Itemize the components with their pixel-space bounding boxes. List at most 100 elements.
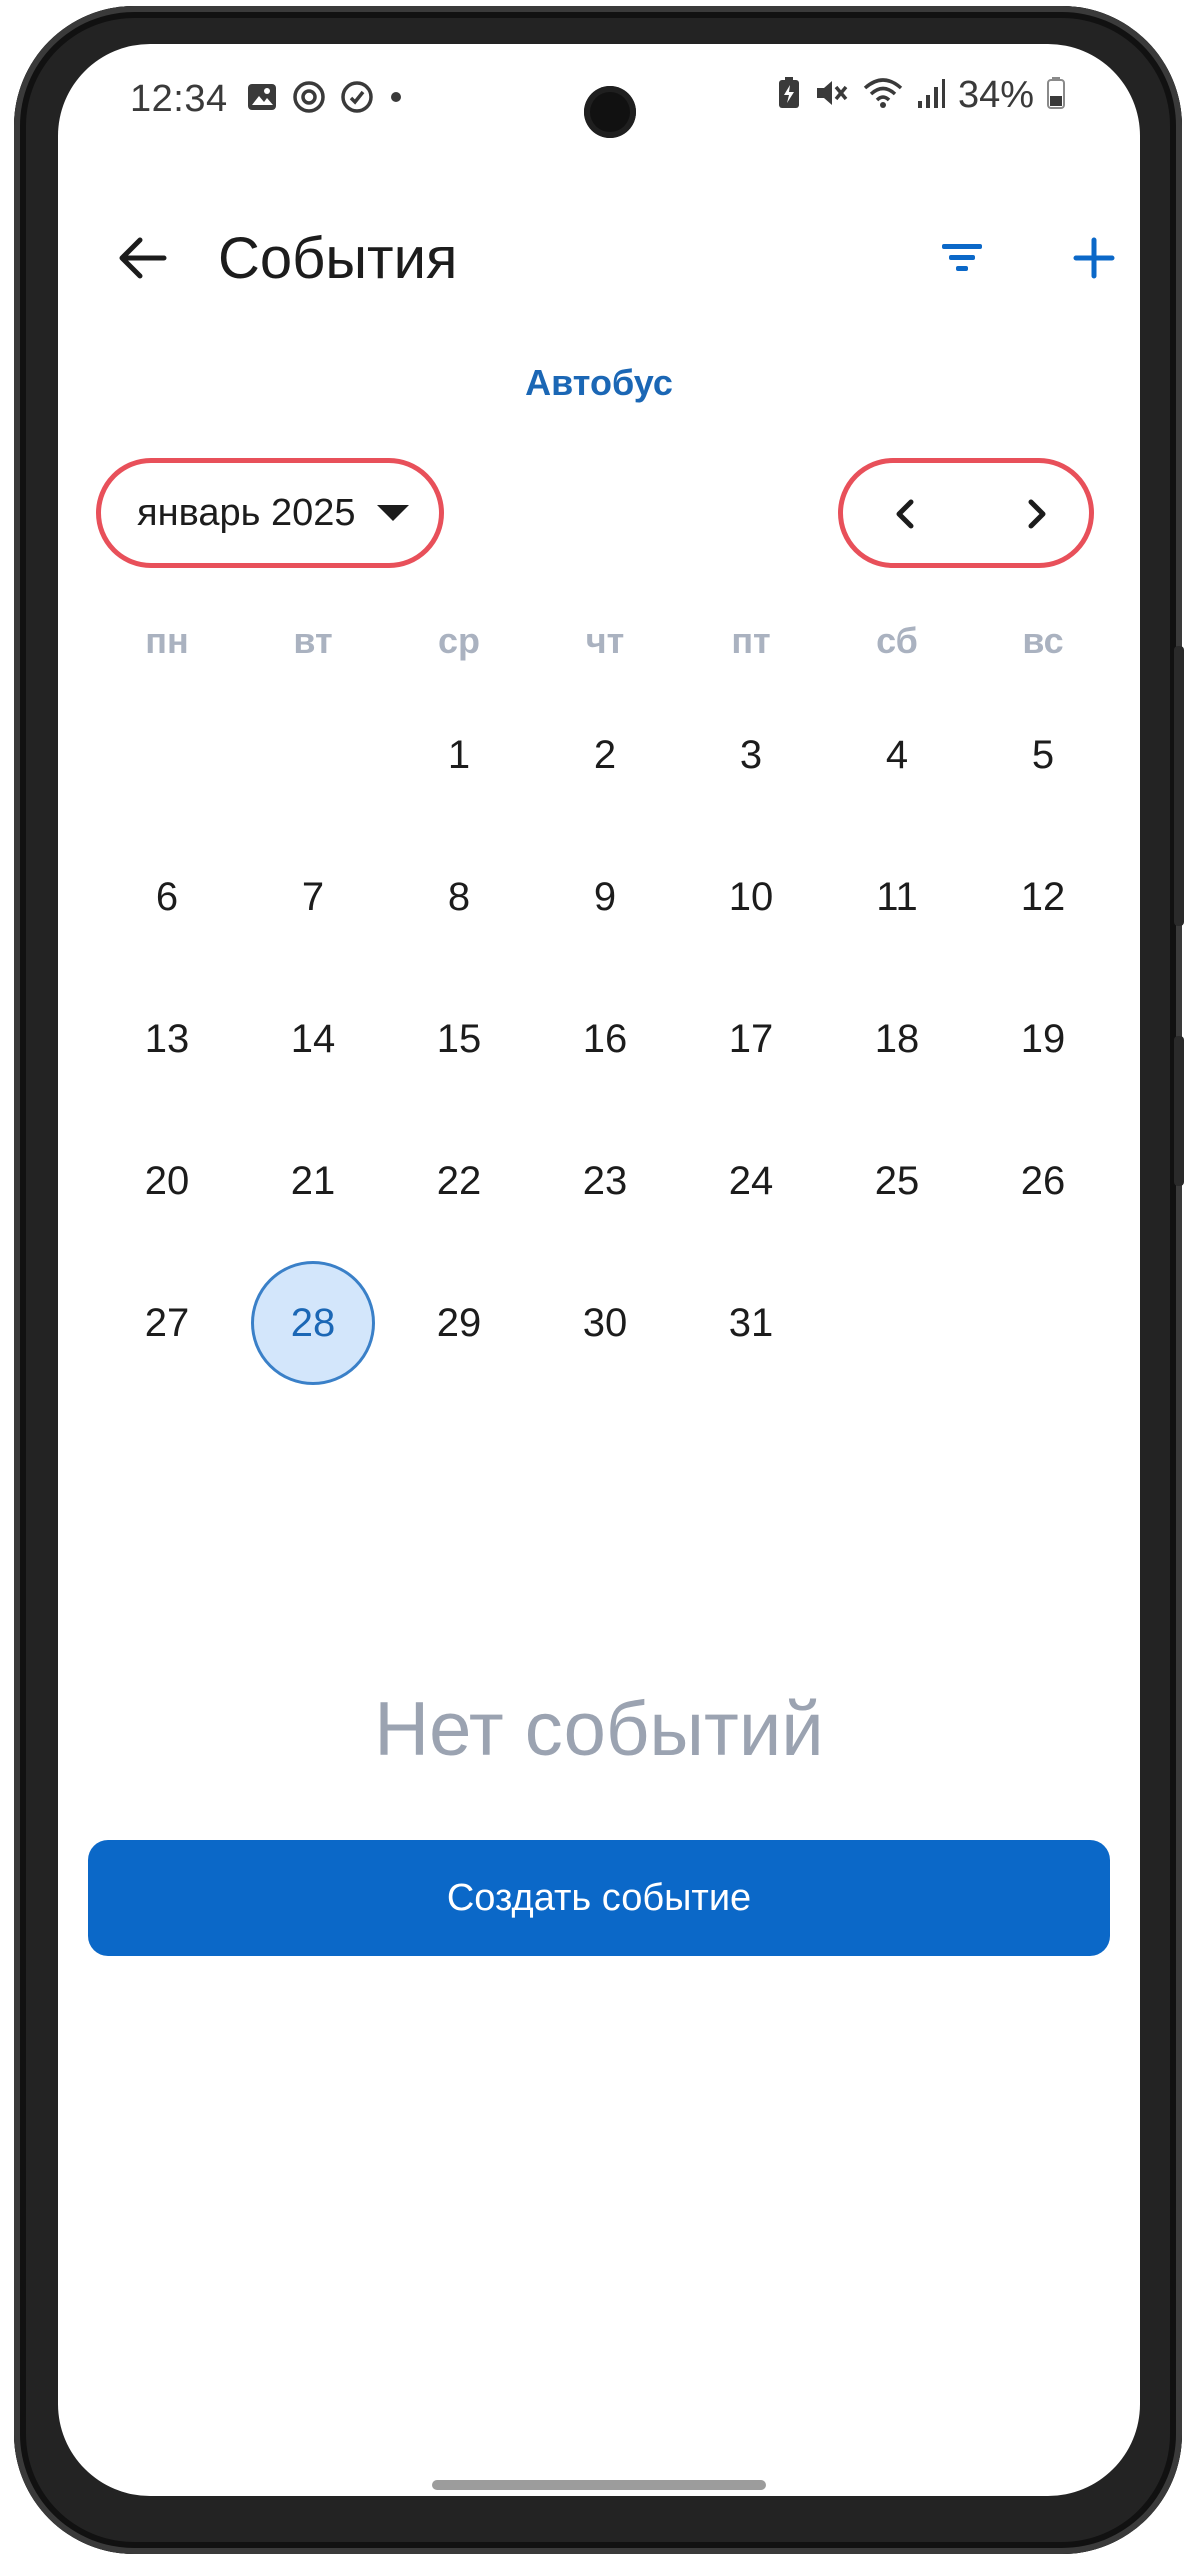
filter-icon — [942, 244, 982, 271]
volume-button — [1174, 646, 1184, 926]
power-button — [1174, 1036, 1184, 1186]
calendar-blank-cell — [240, 684, 386, 826]
calendar-day[interactable]: 20 — [94, 1110, 240, 1252]
month-dropdown[interactable]: январь 2025 — [96, 458, 444, 568]
calendar-day[interactable]: 18 — [824, 968, 970, 1110]
calendar-day[interactable]: 9 — [532, 826, 678, 968]
calendar-day[interactable]: 23 — [532, 1110, 678, 1252]
calendar-day[interactable]: 10 — [678, 826, 824, 968]
calendar-day[interactable]: 7 — [240, 826, 386, 968]
app-bar: События — [58, 194, 1140, 324]
caret-down-icon — [377, 505, 410, 521]
dot-icon — [388, 89, 404, 110]
calendar-day[interactable]: 2 — [532, 684, 678, 826]
calendar-day[interactable]: 22 — [386, 1110, 532, 1252]
calendar-day[interactable]: 4 — [824, 684, 970, 826]
calendar-day-number: 2 — [593, 732, 617, 777]
calendar-day-number: 16 — [582, 1016, 628, 1061]
calendar-day-number: 28 — [251, 1261, 375, 1385]
gallery-icon — [246, 81, 278, 118]
calendar-day-number: 26 — [1020, 1158, 1066, 1203]
mute-icon — [814, 76, 850, 115]
calendar-day[interactable]: 11 — [824, 826, 970, 968]
calendar-day-number: 14 — [290, 1016, 336, 1061]
weekday-label: пн — [145, 620, 189, 661]
calendar-day-number: 25 — [874, 1158, 920, 1203]
battery-saver-icon — [776, 76, 802, 115]
weekday-label: ср — [437, 620, 480, 661]
home-indicator[interactable] — [432, 2480, 766, 2490]
calendar-day-number: 27 — [144, 1300, 190, 1345]
calendar-day[interactable]: 12 — [970, 826, 1116, 968]
calendar-day[interactable]: 30 — [532, 1252, 678, 1394]
status-right-icons: 34% — [776, 74, 1066, 117]
status-time: 12:34 — [130, 78, 228, 120]
calendar-day-number: 10 — [728, 874, 774, 919]
calendar-day-number: 23 — [582, 1158, 628, 1203]
calendar-day-number: 24 — [728, 1158, 774, 1203]
calendar-day-number: 19 — [1020, 1016, 1066, 1061]
back-button[interactable] — [100, 216, 184, 300]
calendar-day-number: 18 — [874, 1016, 920, 1061]
calendar-day-number: 29 — [436, 1300, 482, 1345]
calendar-day-number: 4 — [885, 732, 909, 777]
calendar-day-number: 30 — [582, 1300, 628, 1345]
calendar-day[interactable]: 17 — [678, 968, 824, 1110]
next-month-button[interactable] — [997, 475, 1075, 553]
battery-percentage: 34% — [957, 74, 1034, 116]
calendar-day-number: 12 — [1020, 874, 1066, 919]
calendar-day-number: 8 — [447, 874, 471, 919]
calendar-day[interactable]: 29 — [386, 1252, 532, 1394]
calendar-day-number: 13 — [144, 1016, 190, 1061]
calendar-day[interactable]: 15 — [386, 968, 532, 1110]
calendar-day[interactable]: 6 — [94, 826, 240, 968]
weekday-header: пн вт ср чт пт сб вс — [94, 620, 1118, 662]
calendar-blank-cell — [94, 684, 240, 826]
calendar-grid: 1 2 3 4 5 6 7 8 9 10 11 12 13 14 15 16 17 18 19 20 21 22 23 24 2… — [94, 684, 1118, 1394]
calendar-day-number: 9 — [593, 874, 617, 919]
arrow-left-icon — [119, 237, 167, 279]
calendar-day-number: 15 — [436, 1016, 482, 1061]
page-title: События — [218, 226, 458, 291]
calendar-day[interactable]: 24 — [678, 1110, 824, 1252]
chevron-right-icon — [1028, 499, 1046, 529]
calendar-day[interactable]: 19 — [970, 968, 1116, 1110]
status-bar: 12:34 34% — [58, 44, 1140, 154]
vehicle-name[interactable]: Автобус — [58, 362, 1140, 404]
weekday-label: вс — [1022, 620, 1064, 661]
calendar-day-number: 20 — [144, 1158, 190, 1203]
calendar-day[interactable]: 5 — [970, 684, 1116, 826]
create-event-button[interactable]: Создать событие — [88, 1840, 1110, 1956]
calendar-day-number: 17 — [728, 1016, 774, 1061]
calendar-day[interactable]: 25 — [824, 1110, 970, 1252]
battery-icon — [1046, 76, 1066, 115]
calendar-day-number: 1 — [447, 732, 471, 777]
month-navigation — [838, 458, 1094, 568]
calendar-day[interactable]: 14 — [240, 968, 386, 1110]
calendar-day-number: 11 — [876, 874, 918, 919]
filter-button[interactable] — [920, 216, 1004, 300]
screen: 12:34 34% События Автобус январь 2025 пн… — [58, 44, 1140, 2496]
calendar-day[interactable]: 26 — [970, 1110, 1116, 1252]
previous-month-button[interactable] — [867, 475, 945, 553]
calendar-day[interactable]: 8 — [386, 826, 532, 968]
calendar-day-selected[interactable]: 28 — [240, 1252, 386, 1394]
calendar-day[interactable]: 27 — [94, 1252, 240, 1394]
weekday-label: пт — [731, 620, 771, 661]
calendar-day-number: 7 — [301, 874, 325, 919]
calendar-day-number: 22 — [436, 1158, 482, 1203]
calendar-day-number: 21 — [290, 1158, 336, 1203]
calendar-day[interactable]: 13 — [94, 968, 240, 1110]
calendar-day[interactable]: 21 — [240, 1110, 386, 1252]
calendar-day-number: 31 — [728, 1300, 774, 1345]
calendar-day-number: 6 — [155, 874, 179, 919]
calendar-day[interactable]: 31 — [678, 1252, 824, 1394]
calendar-day-number: 3 — [739, 732, 763, 777]
calendar-day[interactable]: 1 — [386, 684, 532, 826]
calendar-day[interactable]: 3 — [678, 684, 824, 826]
signal-icon — [916, 77, 946, 114]
calendar-day[interactable]: 16 — [532, 968, 678, 1110]
add-event-button[interactable] — [1052, 216, 1136, 300]
wifi-icon — [862, 76, 904, 115]
empty-state-message: Нет событий — [374, 1687, 824, 1772]
